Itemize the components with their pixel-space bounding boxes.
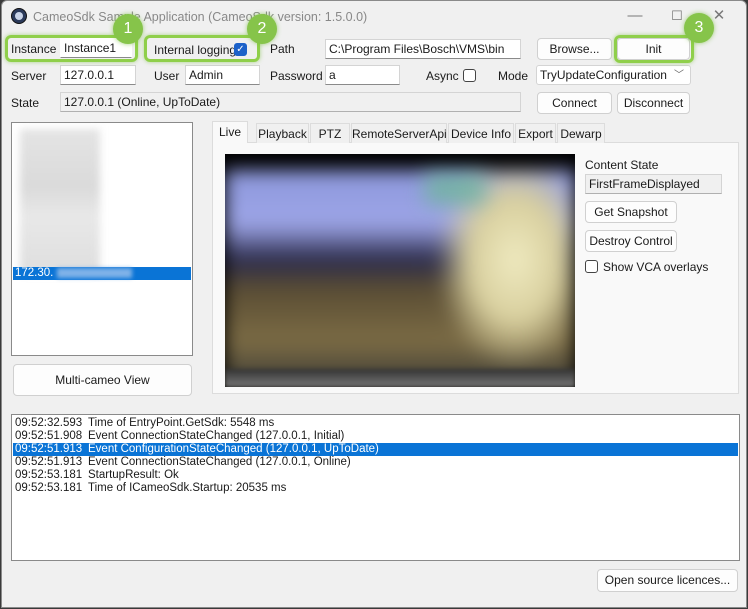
internal-logging-label: Internal logging bbox=[154, 43, 237, 57]
get-snapshot-button[interactable]: Get Snapshot bbox=[585, 201, 677, 223]
user-input[interactable]: Admin bbox=[185, 65, 260, 85]
video-bottom-edge bbox=[225, 369, 575, 387]
log-time: 09:52:51.913 bbox=[15, 456, 83, 468]
annotation-badge-3: 3 bbox=[684, 13, 714, 43]
mode-value: TryUpdateConfiguration bbox=[540, 68, 667, 82]
path-label: Path bbox=[270, 42, 295, 56]
log-message: StartupResult: Ok bbox=[88, 469, 179, 481]
log-list[interactable]: 09:52:32.593 Time of EntryPoint.GetSdk: 5… bbox=[11, 414, 740, 561]
instance-label: Instance bbox=[11, 42, 57, 56]
tab-export[interactable]: Export bbox=[515, 123, 556, 143]
password-input[interactable]: a bbox=[325, 65, 400, 85]
init-button[interactable]: Init bbox=[617, 38, 690, 60]
blurred-ip-suffix bbox=[56, 267, 132, 278]
log-row[interactable]: 09:52:53.181 Time of ICameoSdk.Startup: 2… bbox=[13, 482, 738, 495]
device-list-item-selected[interactable]: 172.30. bbox=[13, 267, 191, 280]
video-frame bbox=[225, 170, 575, 385]
browse-button[interactable]: Browse... bbox=[537, 38, 612, 60]
blurred-device-entries bbox=[20, 129, 100, 274]
tab-device-info[interactable]: Device Info bbox=[448, 123, 514, 143]
user-label: User bbox=[154, 69, 180, 83]
server-input[interactable]: 127.0.0.1 bbox=[60, 65, 136, 85]
log-row[interactable]: 09:52:53.181 StartupResult: Ok bbox=[13, 469, 738, 482]
log-message: Event ConnectionStateChanged (127.0.0.1,… bbox=[88, 430, 345, 442]
log-message: Event ConfigurationStateChanged (127.0.0… bbox=[88, 443, 379, 455]
state-label: State bbox=[11, 96, 40, 110]
content-state-field: FirstFrameDisplayed bbox=[585, 174, 722, 194]
log-time: 09:52:32.593 bbox=[15, 417, 83, 429]
async-checkbox[interactable] bbox=[463, 69, 476, 82]
log-row[interactable]: 09:52:32.593 Time of EntryPoint.GetSdk: 5… bbox=[13, 417, 738, 430]
log-row[interactable]: 09:52:51.913 Event ConfigurationStateChan… bbox=[13, 443, 738, 456]
log-time: 09:52:53.181 bbox=[15, 469, 83, 481]
destroy-control-button[interactable]: Destroy Control bbox=[585, 230, 677, 252]
app-icon bbox=[11, 8, 27, 24]
tab-dewarp[interactable]: Dewarp bbox=[557, 123, 605, 143]
annotation-badge-1: 1 bbox=[113, 14, 143, 44]
content-state-label: Content State bbox=[585, 158, 659, 172]
show-vca-checkbox[interactable] bbox=[585, 260, 598, 273]
log-message: Time of ICameoSdk.Startup: 20535 ms bbox=[88, 482, 287, 494]
app-window: CameoSdk Sample Application (CameoSdk ve… bbox=[1, 0, 747, 608]
minimize-button[interactable]: — bbox=[620, 5, 650, 27]
annotation-badge-2: 2 bbox=[247, 14, 277, 44]
tab-remoteserverapi[interactable]: RemoteServerApi bbox=[351, 123, 447, 143]
checkmark-icon: ✓ bbox=[236, 44, 245, 55]
log-row[interactable]: 09:52:51.913 Event ConnectionStateChanged… bbox=[13, 456, 738, 469]
password-label: Password bbox=[270, 69, 323, 83]
server-label: Server bbox=[11, 69, 47, 83]
log-time: 09:52:51.913 bbox=[15, 443, 83, 455]
live-video-view[interactable] bbox=[225, 154, 575, 387]
mode-label: Mode bbox=[498, 69, 529, 83]
tab-playback[interactable]: Playback bbox=[256, 123, 309, 143]
tab-live[interactable]: Live bbox=[212, 121, 248, 143]
open-source-licences-button[interactable]: Open source licences... bbox=[597, 569, 738, 592]
internal-logging-checkbox[interactable]: ✓ bbox=[234, 43, 247, 56]
multi-cameo-view-button[interactable]: Multi-cameo View bbox=[13, 364, 192, 396]
device-list[interactable]: 172.30. bbox=[11, 122, 193, 356]
state-field: 127.0.0.1 (Online, UpToDate) bbox=[60, 92, 521, 112]
log-message: Event ConnectionStateChanged (127.0.0.1,… bbox=[88, 456, 351, 468]
log-time: 09:52:53.181 bbox=[15, 482, 83, 494]
show-vca-label: Show VCA overlays bbox=[603, 260, 709, 274]
connect-button[interactable]: Connect bbox=[537, 92, 612, 114]
video-blur-detail bbox=[425, 174, 485, 204]
window-title: CameoSdk Sample Application (CameoSdk ve… bbox=[33, 10, 368, 24]
async-label: Async bbox=[426, 69, 459, 83]
path-input[interactable]: C:\Program Files\Bosch\VMS\bin bbox=[325, 39, 521, 59]
log-time: 09:52:51.908 bbox=[15, 430, 83, 442]
log-message: Time of EntryPoint.GetSdk: 5548 ms bbox=[88, 417, 275, 429]
chevron-down-icon: ﹀ bbox=[674, 70, 684, 81]
disconnect-button[interactable]: Disconnect bbox=[617, 92, 690, 114]
mode-dropdown[interactable]: TryUpdateConfiguration ﹀ bbox=[536, 65, 691, 85]
tab-ptz[interactable]: PTZ bbox=[310, 123, 350, 143]
log-row[interactable]: 09:52:51.908 Event ConnectionStateChanged… bbox=[13, 430, 738, 443]
